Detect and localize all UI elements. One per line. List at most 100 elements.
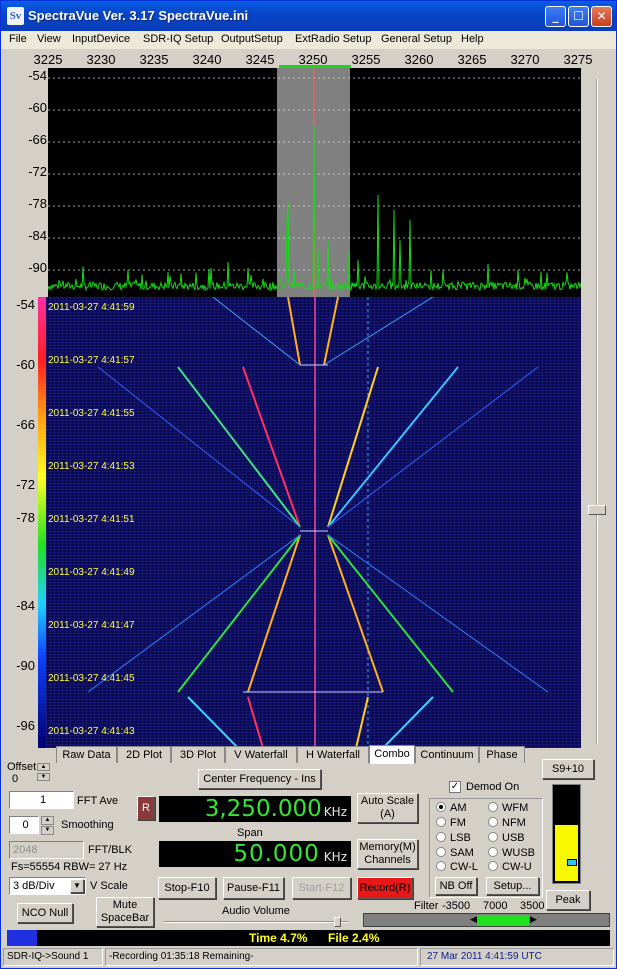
main-window: Sv SpectraVue Ver. 3.17 SpectraVue.ini _… bbox=[0, 0, 617, 969]
start-button[interactable]: Start-F12 bbox=[292, 877, 351, 899]
fft-ave-input[interactable]: 1 bbox=[9, 791, 74, 809]
tab-3d-plot[interactable]: 3D Plot bbox=[171, 746, 225, 763]
chirp bbox=[327, 534, 549, 693]
offset-down-button[interactable]: ▼ bbox=[37, 773, 50, 781]
offset-up-button[interactable]: ▲ bbox=[37, 763, 50, 771]
menu-outputsetup[interactable]: OutputSetup bbox=[221, 33, 283, 45]
tab-v-waterfall[interactable]: V Waterfall bbox=[225, 746, 297, 763]
span-unit: KHz bbox=[323, 850, 347, 864]
mode-usb[interactable]: USB bbox=[488, 832, 525, 844]
mute-label-line2: SpaceBar bbox=[100, 912, 150, 924]
close-button[interactable]: ✕ bbox=[591, 6, 612, 27]
spectrum-trace bbox=[48, 124, 581, 292]
filter-right-arrow-icon[interactable]: ▶ bbox=[530, 914, 537, 925]
nb-off-button[interactable]: NB Off bbox=[435, 877, 477, 895]
filter-label: Filter bbox=[414, 900, 439, 912]
mode-am[interactable]: AM bbox=[436, 802, 467, 814]
menu-inputdevice[interactable]: InputDevice bbox=[72, 33, 130, 45]
waterfall-db-tick: -54 bbox=[16, 297, 35, 312]
smoothing-down-button[interactable]: ▼ bbox=[41, 826, 54, 835]
tab-h-waterfall[interactable]: H Waterfall bbox=[297, 746, 369, 763]
setup-button[interactable]: Setup... bbox=[486, 877, 539, 895]
waterfall-timestamp: 2011-03-27 4:41:51 bbox=[48, 514, 135, 525]
waterfall-timestamp: 2011-03-27 4:41:45 bbox=[48, 673, 135, 684]
signal-meter-marker bbox=[567, 859, 577, 866]
filter-passband[interactable] bbox=[477, 915, 529, 926]
auto-scale-button[interactable]: Auto Scale (A) bbox=[357, 793, 418, 823]
s9-button[interactable]: S9+10 bbox=[542, 759, 594, 779]
demod-on-checkbox[interactable]: ✓ Demod On bbox=[449, 780, 539, 796]
freq-tick: 3270 bbox=[510, 52, 540, 67]
mode-lsb[interactable]: LSB bbox=[436, 832, 471, 844]
radio-off-icon bbox=[436, 817, 446, 827]
center-frequency-button[interactable]: Center Frequency - Ins bbox=[198, 769, 321, 789]
smoothing-up-button[interactable]: ▲ bbox=[41, 816, 54, 825]
radio-off-icon bbox=[488, 832, 498, 842]
memory-channels-button[interactable]: Memory(M) Channels bbox=[357, 839, 418, 869]
menu-general-setup[interactable]: General Setup bbox=[381, 33, 452, 45]
chirp bbox=[247, 534, 301, 693]
demod-mode-group: AM FM LSB SAM CW-L WFM NFM USB WUSB CW-U… bbox=[429, 798, 543, 898]
chirp bbox=[87, 534, 301, 693]
record-button[interactable]: Record(R) bbox=[357, 877, 413, 899]
chirp bbox=[327, 534, 384, 693]
freq-tick: 3225 bbox=[33, 52, 63, 67]
mute-button[interactable]: Mute SpaceBar bbox=[96, 897, 154, 927]
freq-tick: 3265 bbox=[457, 52, 487, 67]
spectrum-db-tick: -66 bbox=[28, 132, 47, 147]
stop-button[interactable]: Stop-F10 bbox=[158, 877, 216, 899]
offset-value[interactable]: 0 bbox=[9, 771, 35, 787]
audio-volume-label: Audio Volume bbox=[222, 905, 290, 917]
memory-line2: Channels bbox=[364, 854, 411, 866]
mode-cw-l[interactable]: CW-L bbox=[436, 861, 478, 873]
filter-high: 3500 bbox=[520, 900, 545, 912]
nco-null-button[interactable]: NCO Null bbox=[17, 903, 73, 923]
mode-fm[interactable]: FM bbox=[436, 817, 466, 829]
recording-progress-fill bbox=[7, 930, 38, 946]
smoothing-input[interactable]: 0 bbox=[9, 816, 39, 834]
fft-blk-select[interactable]: 2048 bbox=[9, 841, 84, 859]
r-button[interactable]: R bbox=[137, 796, 155, 820]
menu-extradio-setup[interactable]: ExtRadio Setup bbox=[295, 33, 371, 45]
mode-cw-u[interactable]: CW-U bbox=[488, 861, 532, 873]
menu-help[interactable]: Help bbox=[461, 33, 484, 45]
time-progress-text: Time 4.7% bbox=[249, 931, 308, 945]
audio-volume-slider[interactable] bbox=[164, 917, 348, 927]
vscale-dropdown-icon[interactable]: ▼ bbox=[70, 879, 84, 893]
mode-sam[interactable]: SAM bbox=[436, 847, 474, 859]
filter-slider[interactable]: ◀ ▶ bbox=[363, 913, 610, 927]
mode-nfm[interactable]: NFM bbox=[488, 817, 526, 829]
vertical-scroll-track[interactable] bbox=[584, 79, 610, 744]
filter-left-arrow-icon[interactable]: ◀ bbox=[470, 914, 477, 925]
vertical-scroll-thumb[interactable] bbox=[588, 505, 606, 515]
status-datetime: 27 Mar 2011 4:41:59 UTC bbox=[420, 948, 614, 966]
waterfall-timestamp: 2011-03-27 4:41:55 bbox=[48, 408, 135, 419]
minimize-button[interactable]: _ bbox=[545, 6, 566, 27]
mode-wusb[interactable]: WUSB bbox=[488, 847, 535, 859]
check-icon: ✓ bbox=[449, 781, 461, 793]
freq-tick: 3230 bbox=[86, 52, 116, 67]
mode-wfm[interactable]: WFM bbox=[488, 802, 528, 814]
auto-scale-line1: Auto Scale bbox=[360, 795, 415, 807]
tab-phase[interactable]: Phase bbox=[479, 746, 525, 763]
menu-sdr-iq-setup[interactable]: SDR-IQ Setup bbox=[143, 33, 213, 45]
menu-view[interactable]: View bbox=[37, 33, 61, 45]
chirp bbox=[287, 297, 301, 366]
spectrum-plot[interactable] bbox=[48, 68, 581, 298]
maximize-button[interactable]: ☐ bbox=[568, 6, 589, 27]
peak-button[interactable]: Peak bbox=[546, 890, 590, 910]
menu-file[interactable]: File bbox=[9, 33, 27, 45]
menu-bar: File View InputDevice SDR-IQ Setup Outpu… bbox=[1, 31, 616, 49]
title-bar[interactable]: Sv SpectraVue Ver. 3.17 SpectraVue.ini _… bbox=[1, 1, 616, 31]
tab-raw-data[interactable]: Raw Data bbox=[56, 746, 117, 763]
waterfall-timestamp: 2011-03-27 4:41:53 bbox=[48, 461, 135, 472]
memory-line1: Memory(M) bbox=[359, 841, 416, 853]
tab-continuum[interactable]: Continuum bbox=[415, 746, 479, 763]
fft-blk-label: FFT/BLK bbox=[88, 844, 133, 856]
tab-combo[interactable]: Combo bbox=[369, 745, 415, 764]
pause-button[interactable]: Pause-F11 bbox=[223, 877, 284, 899]
span-display[interactable]: 50.000 KHz bbox=[159, 841, 351, 867]
center-frequency-display[interactable]: 3,250.000 KHz bbox=[159, 796, 351, 822]
tab-2d-plot[interactable]: 2D Plot bbox=[117, 746, 171, 763]
audio-volume-thumb[interactable] bbox=[334, 917, 341, 927]
